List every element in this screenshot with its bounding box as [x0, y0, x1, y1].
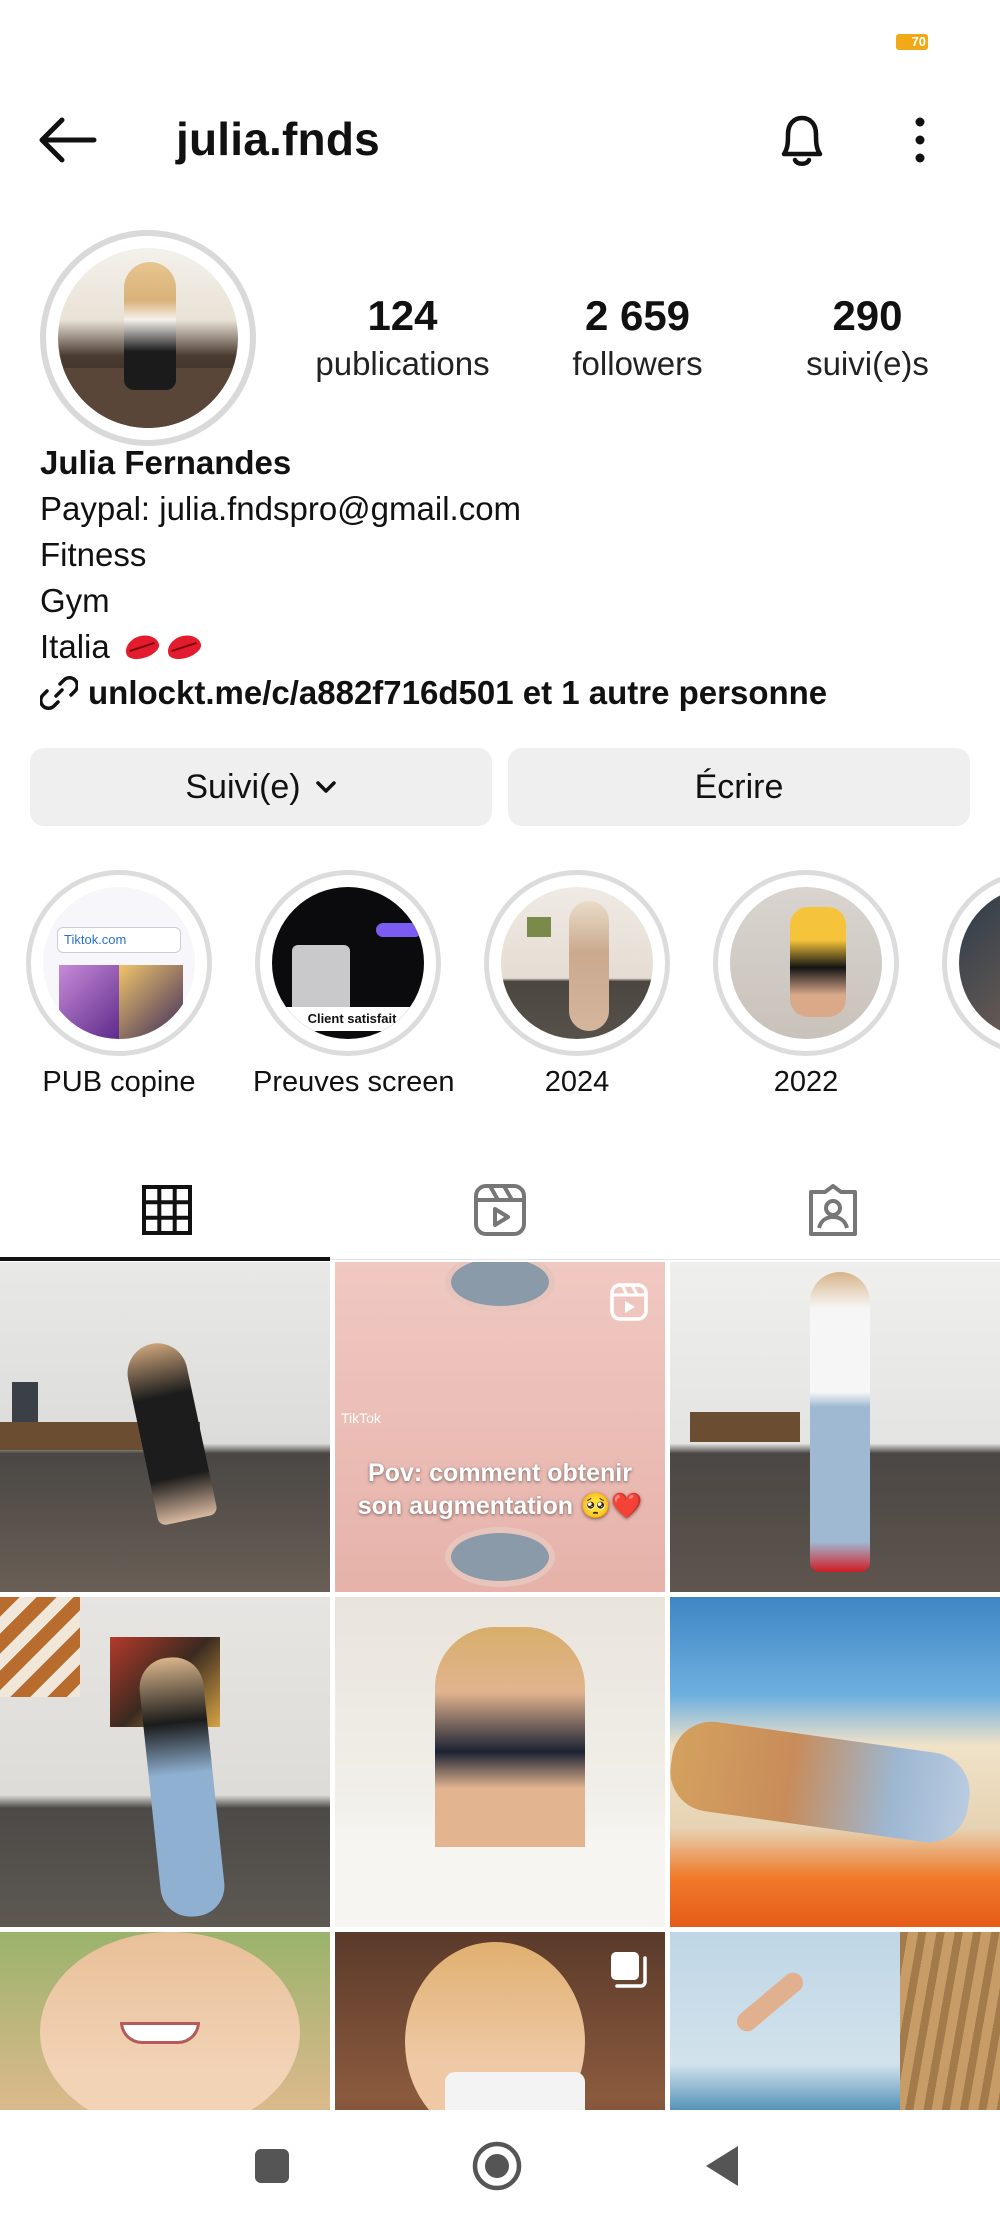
- link-icon: [40, 676, 78, 710]
- grid-icon: [141, 1185, 192, 1235]
- story-highlights: Tiktok.com PUB copine Client satisfait P…: [0, 870, 1000, 1110]
- following-button[interactable]: Suivi(e): [30, 748, 492, 826]
- tab-reels[interactable]: [333, 1160, 666, 1260]
- system-navigation-bar: [0, 2110, 1000, 2223]
- message-button-label: Écrire: [694, 767, 784, 806]
- top-bar: julia.fnds: [0, 100, 1000, 180]
- stat-label: publications: [315, 345, 490, 382]
- recent-apps-button[interactable]: [240, 2134, 304, 2198]
- tagged-icon: [808, 1184, 857, 1236]
- profile-username: julia.fnds: [176, 113, 380, 165]
- highlight-cover: [713, 870, 899, 1056]
- kiss-lips-emoji-icon: [165, 632, 203, 662]
- stat-count: 124: [367, 292, 438, 339]
- post-thumbnail[interactable]: [670, 1597, 1000, 1927]
- highlight-label: Preuves screen: [253, 1066, 455, 1098]
- stat-following[interactable]: 290 suivi(e)s: [760, 290, 975, 386]
- following-button-label: Suivi(e): [185, 767, 301, 806]
- home-circle-icon: [472, 2141, 522, 2191]
- post-thumbnail[interactable]: [0, 1597, 330, 1927]
- highlight-label: 2022: [773, 1066, 839, 1098]
- avatar-photo: [58, 248, 238, 428]
- arrow-left-icon: [39, 117, 97, 163]
- active-tab-indicator: [0, 1257, 330, 1261]
- post-thumbnail[interactable]: [0, 1262, 330, 1592]
- highlight-item[interactable]: Tiktok.com PUB copine: [24, 870, 214, 1099]
- bio-link[interactable]: unlockt.me/c/a882f716d501 et 1 autre per…: [40, 670, 970, 716]
- status-bar: 70: [0, 0, 1000, 90]
- bio-line: Fitness: [40, 536, 147, 573]
- more-options-button[interactable]: [900, 108, 940, 172]
- profile-avatar[interactable]: [40, 230, 256, 446]
- profile-tabs: [0, 1160, 1000, 1261]
- post-thumbnail[interactable]: [0, 1932, 330, 2110]
- highlight-client-text: Client satisfait: [282, 1007, 422, 1031]
- highlight-cover: Tiktok.com: [26, 870, 212, 1056]
- highlight-label: PUB copine: [42, 1066, 196, 1098]
- stat-label: suivi(e)s: [806, 345, 929, 382]
- post-thumbnail[interactable]: [670, 1932, 1000, 2110]
- notifications-button[interactable]: [770, 108, 834, 172]
- kiss-lips-emoji-icon: [123, 632, 161, 662]
- profile-full-name: Julia Fernandes: [40, 444, 292, 481]
- stat-label: followers: [572, 345, 703, 382]
- post-thumbnail[interactable]: [670, 1262, 1000, 1592]
- reel-badge-icon: [610, 1283, 648, 1321]
- post-thumbnail[interactable]: [335, 1932, 665, 2110]
- bio-line: Gym: [40, 582, 110, 619]
- bio-location: Italia: [40, 628, 110, 665]
- tab-tagged[interactable]: [666, 1160, 999, 1260]
- highlight-label: 2024: [544, 1066, 610, 1098]
- triangle-back-icon: [706, 2146, 738, 2186]
- reel-watermark: TikTok: [341, 1410, 381, 1426]
- highlight-cover: [484, 870, 670, 1056]
- reel-caption: Pov: comment obtenir son augmentation 🥺❤…: [335, 1457, 665, 1523]
- carousel-badge-icon: [611, 1952, 647, 1988]
- stat-followers[interactable]: 2 659 followers: [525, 290, 750, 386]
- stat-publications[interactable]: 124 publications: [280, 290, 525, 386]
- back-button[interactable]: [36, 116, 100, 164]
- posts-grid: TikTok Pov: comment obtenir son augmenta…: [0, 1262, 1000, 2110]
- bio-paypal: Paypal: julia.fndspro@gmail.com: [40, 490, 522, 527]
- highlight-item[interactable]: ét: [940, 870, 1000, 1099]
- bell-icon: [781, 115, 823, 166]
- stat-count: 2 659: [584, 292, 691, 339]
- highlight-cover: Client satisfait: [255, 870, 441, 1056]
- stat-count: 290: [832, 292, 903, 339]
- highlight-item[interactable]: 2024: [482, 870, 672, 1099]
- battery-icon: 70: [896, 34, 928, 50]
- post-thumbnail-reel[interactable]: TikTok Pov: comment obtenir son augmenta…: [335, 1262, 665, 1592]
- profile-stats: 124 publications 2 659 followers 290 sui…: [280, 290, 980, 400]
- reels-icon: [473, 1184, 526, 1236]
- bio-link-text: unlockt.me/c/a882f716d501 et 1 autre per…: [88, 674, 828, 711]
- home-button[interactable]: [465, 2134, 529, 2198]
- reel-caption-line: son augmentation 🥺❤️: [357, 1492, 643, 1520]
- highlight-cover: [942, 870, 1000, 1056]
- highlight-item[interactable]: Client satisfait Preuves screen: [253, 870, 455, 1099]
- reel-caption-line: Pov: comment obtenir: [368, 1459, 632, 1487]
- profile-bio: Julia Fernandes Paypal: julia.fndspro@gm…: [40, 440, 970, 716]
- highlight-label: ét: [940, 1066, 1000, 1099]
- square-icon: [255, 2149, 289, 2183]
- message-button[interactable]: Écrire: [508, 748, 970, 826]
- highlight-item[interactable]: 2022: [711, 870, 901, 1099]
- chevron-down-icon: [315, 781, 336, 793]
- more-vertical-icon: [915, 117, 925, 163]
- highlight-tiktok-text: Tiktok.com: [57, 927, 181, 953]
- bio-location-line: Italia: [40, 624, 970, 670]
- post-thumbnail[interactable]: [335, 1597, 665, 1927]
- tab-posts-grid[interactable]: [0, 1160, 333, 1260]
- back-nav-button[interactable]: [690, 2134, 754, 2198]
